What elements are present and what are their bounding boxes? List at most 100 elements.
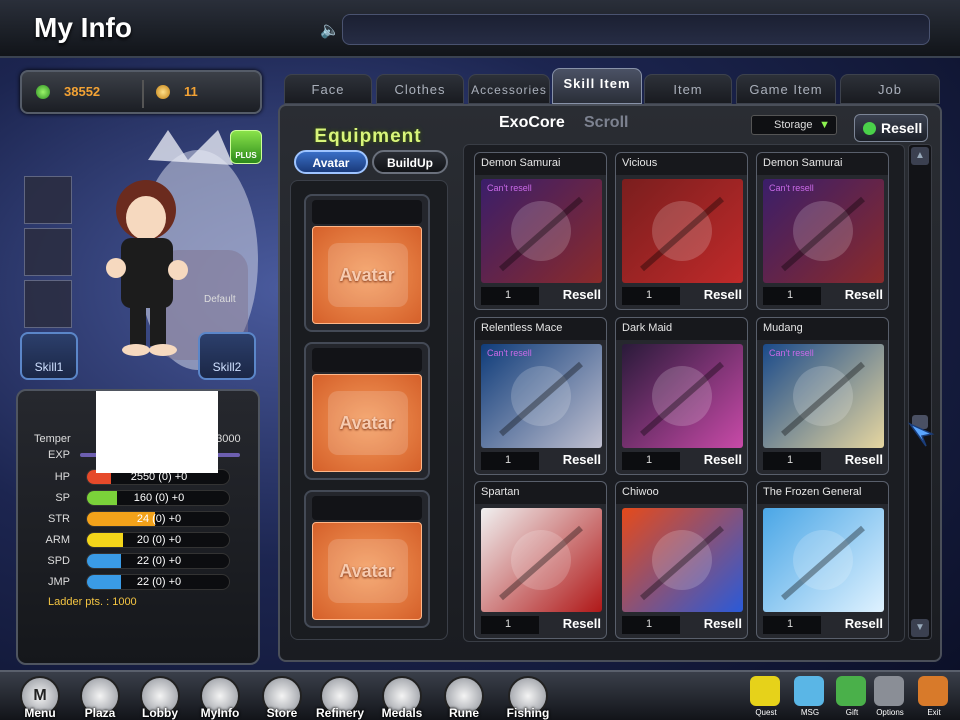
item-resell-button[interactable]: Resell <box>694 287 746 307</box>
equipment-title: Equipment <box>314 126 422 147</box>
item-resell-button[interactable]: Resell <box>553 287 605 307</box>
item-image <box>622 508 743 612</box>
item-art <box>640 196 724 272</box>
item-quantity: 1 <box>481 287 539 305</box>
gift-icon <box>836 676 866 706</box>
skill2-button[interactable]: Skill2 <box>198 332 256 380</box>
gold-currency: 38552 <box>36 84 100 99</box>
item-quantity: 1 <box>763 452 821 470</box>
tab-accessories[interactable]: Accessories <box>468 74 550 104</box>
plus-button[interactable]: PLUS <box>230 130 262 164</box>
subtab-scroll[interactable]: Scroll <box>584 114 628 132</box>
item-art <box>781 361 865 437</box>
equipment-slot[interactable]: Avatar <box>304 194 430 332</box>
item-art <box>640 361 724 437</box>
resell-label: Resell <box>881 120 923 136</box>
item-card[interactable]: Spartan 1 Resell <box>474 481 607 639</box>
redacted-box <box>96 391 218 473</box>
cant-resell-label: Can't resell <box>769 183 814 193</box>
page-title: My Info <box>34 12 132 43</box>
item-card[interactable]: Demon Samurai Can't resell 1 Resell <box>474 152 607 310</box>
tab-job[interactable]: Job <box>840 74 940 104</box>
item-card[interactable]: Demon Samurai Can't resell 1 Resell <box>756 152 889 310</box>
stat-bar: 160 (0) +0 <box>86 490 230 506</box>
stat-label: HP <box>54 471 70 483</box>
nav-menu[interactable]: M Menu <box>18 676 62 720</box>
item-quantity: 1 <box>622 616 680 634</box>
item-card[interactable]: Dark Maid 1 Resell <box>615 317 748 475</box>
item-resell-button[interactable]: Resell <box>694 616 746 636</box>
temper-label: Temper <box>34 433 71 445</box>
nav-fishing[interactable]: Fishing <box>506 676 550 720</box>
chevron-down-icon: ▼ <box>819 119 830 131</box>
menu-quest[interactable]: Quest <box>750 676 782 717</box>
stat-bar: 24 (0) +0 <box>86 511 230 527</box>
tab-item[interactable]: Item <box>644 74 732 104</box>
nav-plaza[interactable]: Plaza <box>78 676 122 720</box>
slot-label: Avatar <box>339 561 395 581</box>
item-card[interactable]: The Frozen General 1 Resell <box>756 481 889 639</box>
item-image <box>481 179 602 283</box>
item-card[interactable]: Mudang Can't resell 1 Resell <box>756 317 889 475</box>
nav-myinfo[interactable]: MyInfo <box>198 676 242 720</box>
equipment-slot[interactable]: Avatar <box>304 490 430 628</box>
item-image <box>763 179 884 283</box>
storage-dropdown[interactable]: Storage ▼ <box>751 115 837 135</box>
stats-panel: Temper 93000 EXP HP 2550 (0) +0 SP 160 (0) … <box>16 389 260 665</box>
nav-label: Lobby <box>142 706 178 720</box>
equip-slot-1[interactable] <box>24 176 72 224</box>
scroll-up-icon[interactable]: ▲ <box>911 147 929 165</box>
tab-clothes[interactable]: Clothes <box>376 74 464 104</box>
skill1-button[interactable]: Skill1 <box>20 332 78 380</box>
item-name: Spartan <box>475 482 606 504</box>
item-resell-button[interactable]: Resell <box>835 452 887 472</box>
nav-store[interactable]: Store <box>260 676 304 720</box>
nav-rune[interactable]: Rune <box>442 676 486 720</box>
nav-label: Store <box>266 706 298 720</box>
subtab-exocore[interactable]: ExoCore <box>499 114 565 132</box>
item-resell-button[interactable]: Resell <box>553 452 605 472</box>
slot-label: Avatar <box>339 413 395 433</box>
item-resell-button[interactable]: Resell <box>694 452 746 472</box>
nav-label: Refinery <box>315 706 365 720</box>
nav-refinery[interactable]: Refinery <box>316 676 364 720</box>
item-quantity: 1 <box>481 616 539 634</box>
item-card[interactable]: Relentless Mace Can't resell 1 Resell <box>474 317 607 475</box>
slot-label: Avatar <box>339 265 395 285</box>
item-card[interactable]: Vicious 1 Resell <box>615 152 748 310</box>
scroll-down-icon[interactable]: ▼ <box>911 619 929 637</box>
equip-slot-3[interactable] <box>24 280 72 328</box>
item-card[interactable]: Chiwoo 1 Resell <box>615 481 748 639</box>
equip-slot-2[interactable] <box>24 228 72 276</box>
tab-game-item[interactable]: Game Item <box>736 74 836 104</box>
item-quantity: 1 <box>763 616 821 634</box>
stat-value: 24 (0) +0 <box>136 513 182 525</box>
menu-options[interactable]: Options <box>874 676 906 717</box>
nav-lobby[interactable]: Lobby <box>138 676 182 720</box>
item-resell-button[interactable]: Resell <box>835 616 887 636</box>
avatar-toggle[interactable]: Avatar <box>294 150 368 174</box>
equipment-slot[interactable]: Avatar <box>304 342 430 480</box>
item-image <box>622 179 743 283</box>
character-area: PLUS Default Skill1 Skill2 <box>18 120 263 390</box>
menu-exit[interactable]: Exit <box>918 676 950 717</box>
item-resell-button[interactable]: Resell <box>835 287 887 307</box>
item-quantity: 1 <box>763 287 821 305</box>
resell-button[interactable]: Resell <box>854 114 928 142</box>
menu-msg[interactable]: MSG <box>794 676 826 717</box>
nav-label: Fishing <box>506 706 550 720</box>
skill2-label: Skill2 <box>212 360 242 374</box>
item-resell-button[interactable]: Resell <box>553 616 605 636</box>
buildup-toggle[interactable]: BuildUp <box>372 150 448 174</box>
scrollbar[interactable]: ▲ ▼ <box>908 144 932 640</box>
stat-label: JMP <box>48 576 70 588</box>
stat-row-hp: HP 2550 (0) +0 <box>18 469 258 491</box>
speaker-icon[interactable]: 🔈 <box>320 20 340 40</box>
tab-skill-item[interactable]: Skill Item <box>552 68 642 104</box>
item-name: Demon Samurai <box>475 153 606 175</box>
tab-face[interactable]: Face <box>284 74 372 104</box>
nav-label: Plaza <box>84 706 116 720</box>
nav-medals[interactable]: Medals <box>380 676 424 720</box>
item-name: Demon Samurai <box>757 153 888 175</box>
stat-label: SP <box>55 492 70 504</box>
